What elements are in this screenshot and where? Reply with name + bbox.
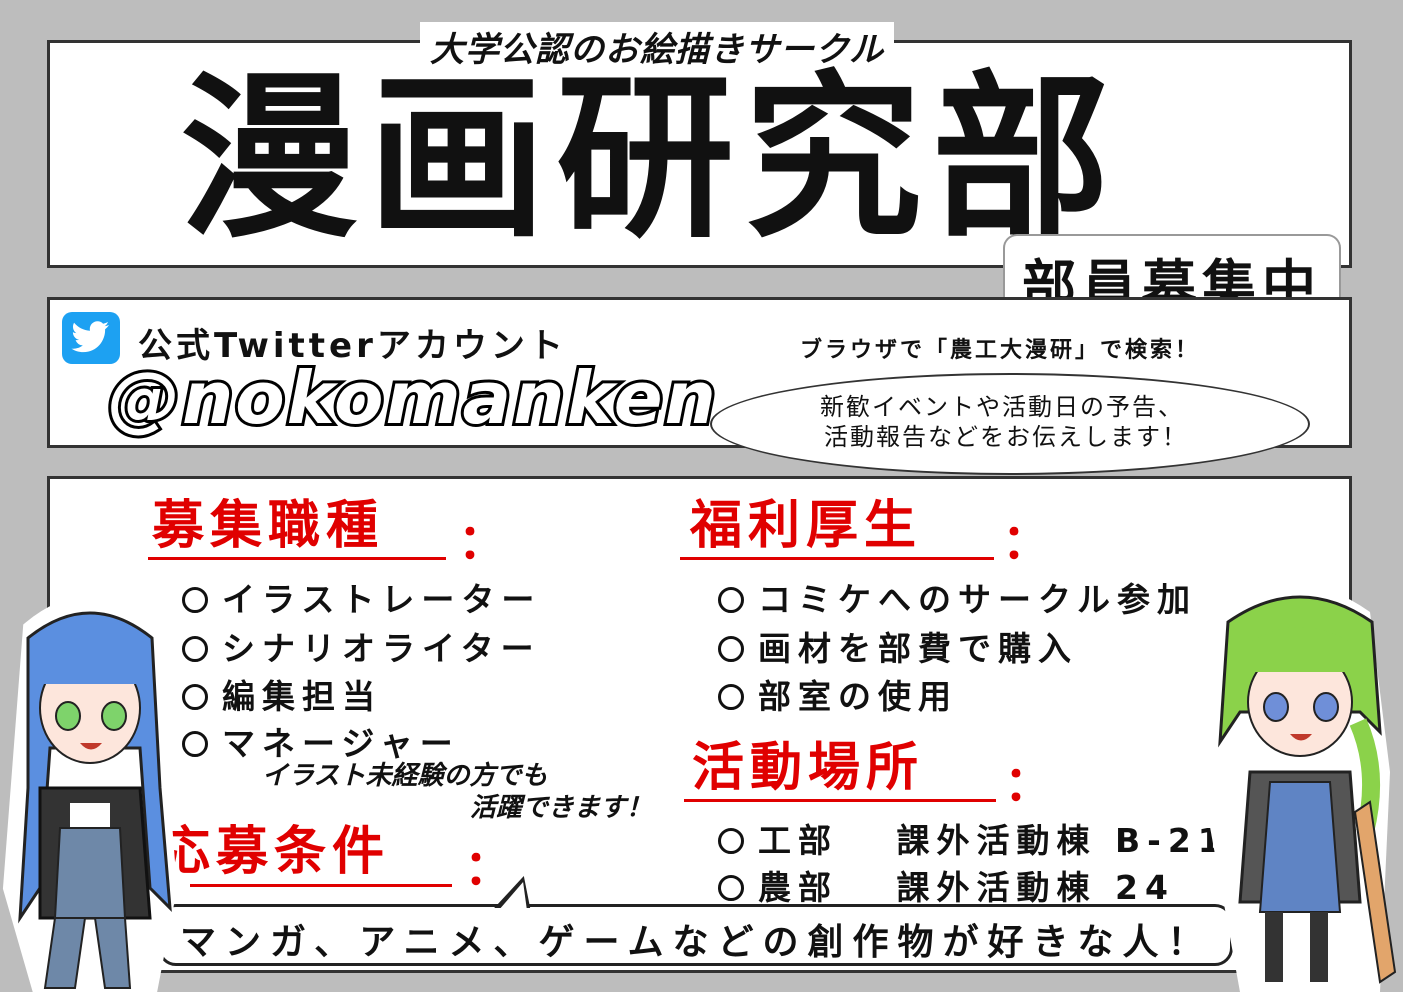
conditions-text: マンガ、アニメ、ゲームなどの創作物が好きな人！ — [180, 922, 1213, 963]
list-item: 工部 課外活動棟 B-213 — [718, 814, 1258, 862]
list-item: イラストレーター — [182, 573, 541, 621]
list-item: シナリオライター — [182, 622, 541, 670]
twitter-handle[interactable]: @nokomanken — [105, 359, 719, 437]
circle-icon — [718, 874, 744, 901]
inexperience-note-2: 活躍できます！ — [470, 793, 653, 823]
green-hair-character-illustration — [1200, 584, 1397, 992]
benefits-colon: ： — [1002, 514, 1051, 570]
circle-icon — [718, 827, 744, 854]
page-title: 漫画研究部 — [180, 55, 1120, 262]
list-item: 部室の使用 — [718, 670, 958, 718]
location-heading: 活動場所 — [692, 738, 925, 798]
description-line-1: 新歓イベントや活動日の予告、 — [820, 393, 1184, 421]
recruit-types-underline — [148, 557, 446, 560]
circle-icon — [718, 586, 744, 613]
circle-icon — [718, 635, 744, 662]
list-item: 農部 課外活動棟 24 — [718, 861, 1175, 909]
inexperience-note-1: イラスト未経験の方でも — [262, 761, 548, 791]
location-underline — [684, 799, 996, 802]
browser-search-note: ブラウザで「農工大漫研」で検索！ — [800, 338, 1201, 363]
recruit-types-heading: 募集職種 — [152, 496, 385, 556]
description-line-2: 活動報告などをお伝えします！ — [824, 423, 1188, 451]
benefits-heading: 福利厚生 — [690, 496, 923, 556]
circle-icon — [718, 683, 744, 710]
conditions-underline — [190, 884, 452, 887]
list-item: マネージャー — [182, 717, 460, 765]
blue-hair-character-illustration — [2, 596, 178, 992]
recruit-types-colon: ： — [458, 514, 507, 570]
list-item: コミケへのサークル参加 — [718, 573, 1197, 621]
list-item: 編集担当 — [182, 670, 382, 718]
twitter-description: 新歓イベントや活動日の予告、 活動報告などをお伝えします！ — [820, 392, 1188, 452]
benefits-underline — [680, 557, 994, 560]
location-colon: ： — [1004, 756, 1053, 812]
list-item: 画材を部費で購入 — [718, 622, 1078, 670]
